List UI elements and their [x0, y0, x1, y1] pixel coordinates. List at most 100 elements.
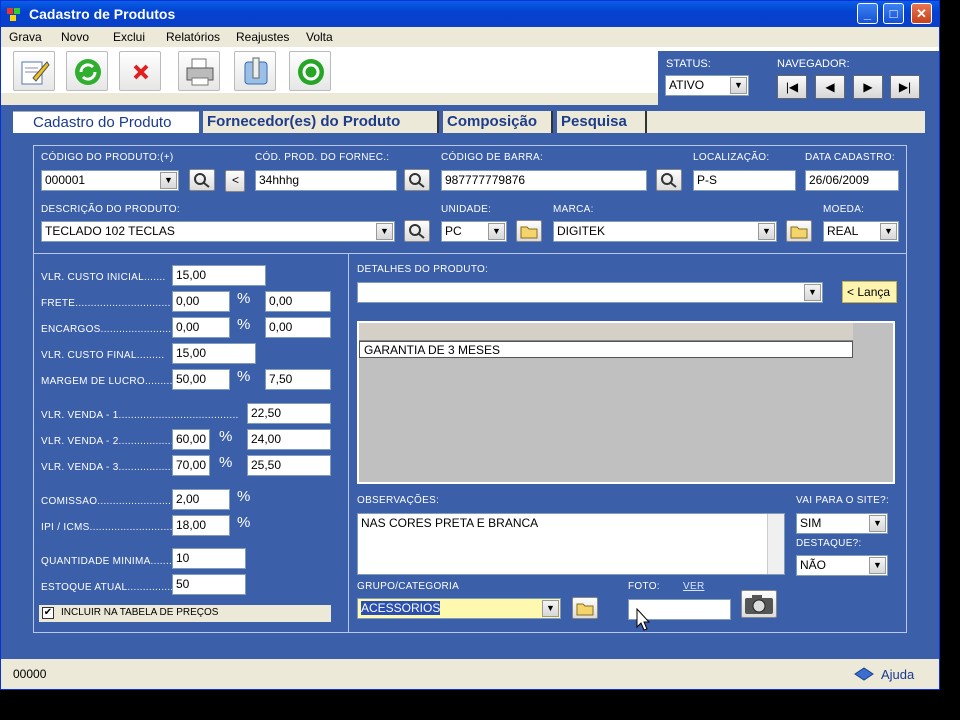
- venda1-input[interactable]: 22,50: [247, 403, 331, 424]
- grid-row[interactable]: GARANTIA DE 3 MESES: [359, 341, 853, 358]
- menu-reajustes[interactable]: Reajustes: [236, 30, 289, 44]
- qtd-minima-label: QUANTIDADE MÍNIMA.........: [41, 556, 172, 567]
- data-cadastro-input[interactable]: 26/06/2009: [805, 170, 899, 191]
- search-codigo-button[interactable]: [189, 169, 215, 191]
- minimize-button[interactable]: _: [857, 3, 878, 24]
- venda2-input[interactable]: 24,00: [247, 429, 331, 450]
- close-button[interactable]: ✕: [911, 3, 932, 24]
- tab-fornecedores[interactable]: Fornecedor(es) do Produto: [203, 111, 439, 133]
- search-barra-button[interactable]: [656, 169, 682, 191]
- menu-bar: Grava Novo Exclui Relatórios Reajustes V…: [1, 27, 939, 47]
- venda3-pct-input[interactable]: 70,00: [172, 455, 210, 476]
- chevron-down-icon: ▼: [758, 223, 775, 240]
- custo-final-input[interactable]: 15,00: [172, 343, 256, 364]
- observacoes-value: NAS CORES PRETA E BRANCA: [361, 516, 539, 530]
- marca-folder-button[interactable]: [786, 220, 812, 242]
- tab-pesquisa[interactable]: Pesquisa: [557, 111, 647, 133]
- grupo-folder-button[interactable]: [572, 597, 598, 619]
- descricao-select[interactable]: TECLADO 102 TECLAS ▼: [41, 221, 395, 242]
- lanca-button[interactable]: < Lança: [842, 281, 897, 303]
- encargos-input[interactable]: 0,00: [172, 317, 230, 338]
- incluir-checkbox-row[interactable]: ✔ INCLUIR NA TABELA DE PREÇOS: [39, 605, 331, 622]
- left-arrow-button[interactable]: <: [225, 170, 245, 192]
- venda2-label: VLR. VENDA - 2.........................: [41, 436, 172, 447]
- printer-icon: [186, 58, 214, 86]
- title-bar: Cadastro de Produtos _ □ ✕: [1, 1, 939, 27]
- observacoes-textarea[interactable]: NAS CORES PRETA E BRANCA: [357, 513, 785, 575]
- adjust-button[interactable]: [234, 51, 276, 91]
- search-descricao-button[interactable]: [404, 220, 430, 242]
- tab-composicao[interactable]: Composição: [443, 111, 553, 133]
- frete-input[interactable]: 0,00: [172, 291, 230, 312]
- localizacao-input[interactable]: P-S: [693, 170, 796, 191]
- first-icon: |◀: [785, 80, 799, 94]
- status-select[interactable]: ATIVO ▼: [665, 75, 749, 96]
- chevron-down-icon: ▼: [880, 223, 897, 240]
- barra-label: CÓDIGO DE BARRA:: [441, 152, 544, 163]
- nav-next-button[interactable]: ▶: [853, 75, 883, 99]
- chevron-down-icon: ▼: [488, 223, 505, 240]
- foto-label: FOTO:: [628, 581, 660, 592]
- menu-grava[interactable]: Grava: [9, 30, 42, 44]
- detalhes-label: DETALHES DO PRODUTO:: [357, 264, 489, 275]
- percent-sign: %: [219, 428, 233, 445]
- codigo-label: CÓDIGO DO PRODUTO:(+): [41, 152, 174, 163]
- grupo-select[interactable]: ACESSORIOS ▼: [357, 598, 561, 619]
- help-button[interactable]: Ajuda: [853, 665, 933, 685]
- moeda-select[interactable]: REAL ▼: [823, 221, 899, 242]
- navigator-label: NAVEGADOR:: [777, 58, 850, 70]
- save-button[interactable]: [13, 51, 55, 91]
- destaque-select[interactable]: NÃO ▼: [796, 555, 888, 576]
- barra-input[interactable]: 987777779876: [441, 170, 647, 191]
- chevron-down-icon: ▼: [804, 284, 821, 301]
- new-button[interactable]: [66, 51, 108, 91]
- menu-relatorios[interactable]: Relatórios: [166, 30, 220, 44]
- cod-fornec-input[interactable]: 34hhhg: [255, 170, 397, 191]
- unidade-label: UNIDADE:: [441, 204, 492, 215]
- search-fornec-button[interactable]: [404, 169, 430, 191]
- back-button[interactable]: [289, 51, 331, 91]
- tab-cadastro[interactable]: Cadastro do Produto: [13, 111, 199, 133]
- nav-first-button[interactable]: |◀: [777, 75, 807, 99]
- camera-button[interactable]: [741, 590, 777, 618]
- cod-fornec-label: CÓD. PROD. DO FORNEC.:: [255, 152, 390, 163]
- detalhes-select[interactable]: ▼: [357, 282, 823, 303]
- marca-select[interactable]: DIGITEK ▼: [553, 221, 777, 242]
- unidade-folder-button[interactable]: [516, 220, 542, 242]
- percent-sign: %: [237, 514, 251, 531]
- frete-pct-input[interactable]: 0,00: [265, 291, 331, 312]
- comissao-input[interactable]: 2,00: [172, 489, 230, 510]
- codigo-select[interactable]: 000001 ▼: [41, 170, 179, 191]
- site-select[interactable]: SIM ▼: [796, 513, 888, 534]
- venda3-input[interactable]: 25,50: [247, 455, 331, 476]
- folder-icon: [520, 226, 538, 239]
- menu-exclui[interactable]: Exclui: [113, 30, 145, 44]
- textarea-scrollbar[interactable]: [767, 514, 784, 574]
- print-button[interactable]: [178, 51, 220, 91]
- last-icon: ▶|: [898, 80, 912, 94]
- menu-volta[interactable]: Volta: [306, 30, 333, 44]
- venda2-pct-input[interactable]: 60,00: [172, 429, 210, 450]
- nav-prev-button[interactable]: ◀: [815, 75, 845, 99]
- margem-input[interactable]: 50,00: [172, 369, 230, 390]
- help-book-icon: [854, 667, 874, 681]
- ver-link[interactable]: VER: [683, 581, 704, 592]
- maximize-button[interactable]: □: [883, 3, 904, 24]
- frete-label: FRETE...............................: [41, 298, 171, 309]
- unidade-select[interactable]: PC ▼: [441, 221, 507, 242]
- nav-last-button[interactable]: ▶|: [890, 75, 920, 99]
- venda3-label: VLR. VENDA - 3.........................: [41, 462, 172, 473]
- site-value: SIM: [800, 516, 822, 530]
- search-icon: [661, 173, 677, 188]
- ipi-input[interactable]: 18,00: [172, 515, 230, 536]
- encargos-pct-input[interactable]: 0,00: [265, 317, 331, 338]
- destaque-label: DESTAQUE?:: [796, 538, 862, 549]
- menu-novo[interactable]: Novo: [61, 30, 89, 44]
- status-label: STATUS:: [666, 58, 711, 70]
- custo-inicial-input[interactable]: 15,00: [172, 265, 266, 286]
- estoque-label: ESTOQUE ATUAL...............: [41, 582, 172, 593]
- estoque-input[interactable]: 50: [172, 574, 246, 595]
- delete-button[interactable]: [119, 51, 161, 91]
- margem-pct-input[interactable]: 7,50: [265, 369, 331, 390]
- qtd-minima-input[interactable]: 10: [172, 548, 246, 569]
